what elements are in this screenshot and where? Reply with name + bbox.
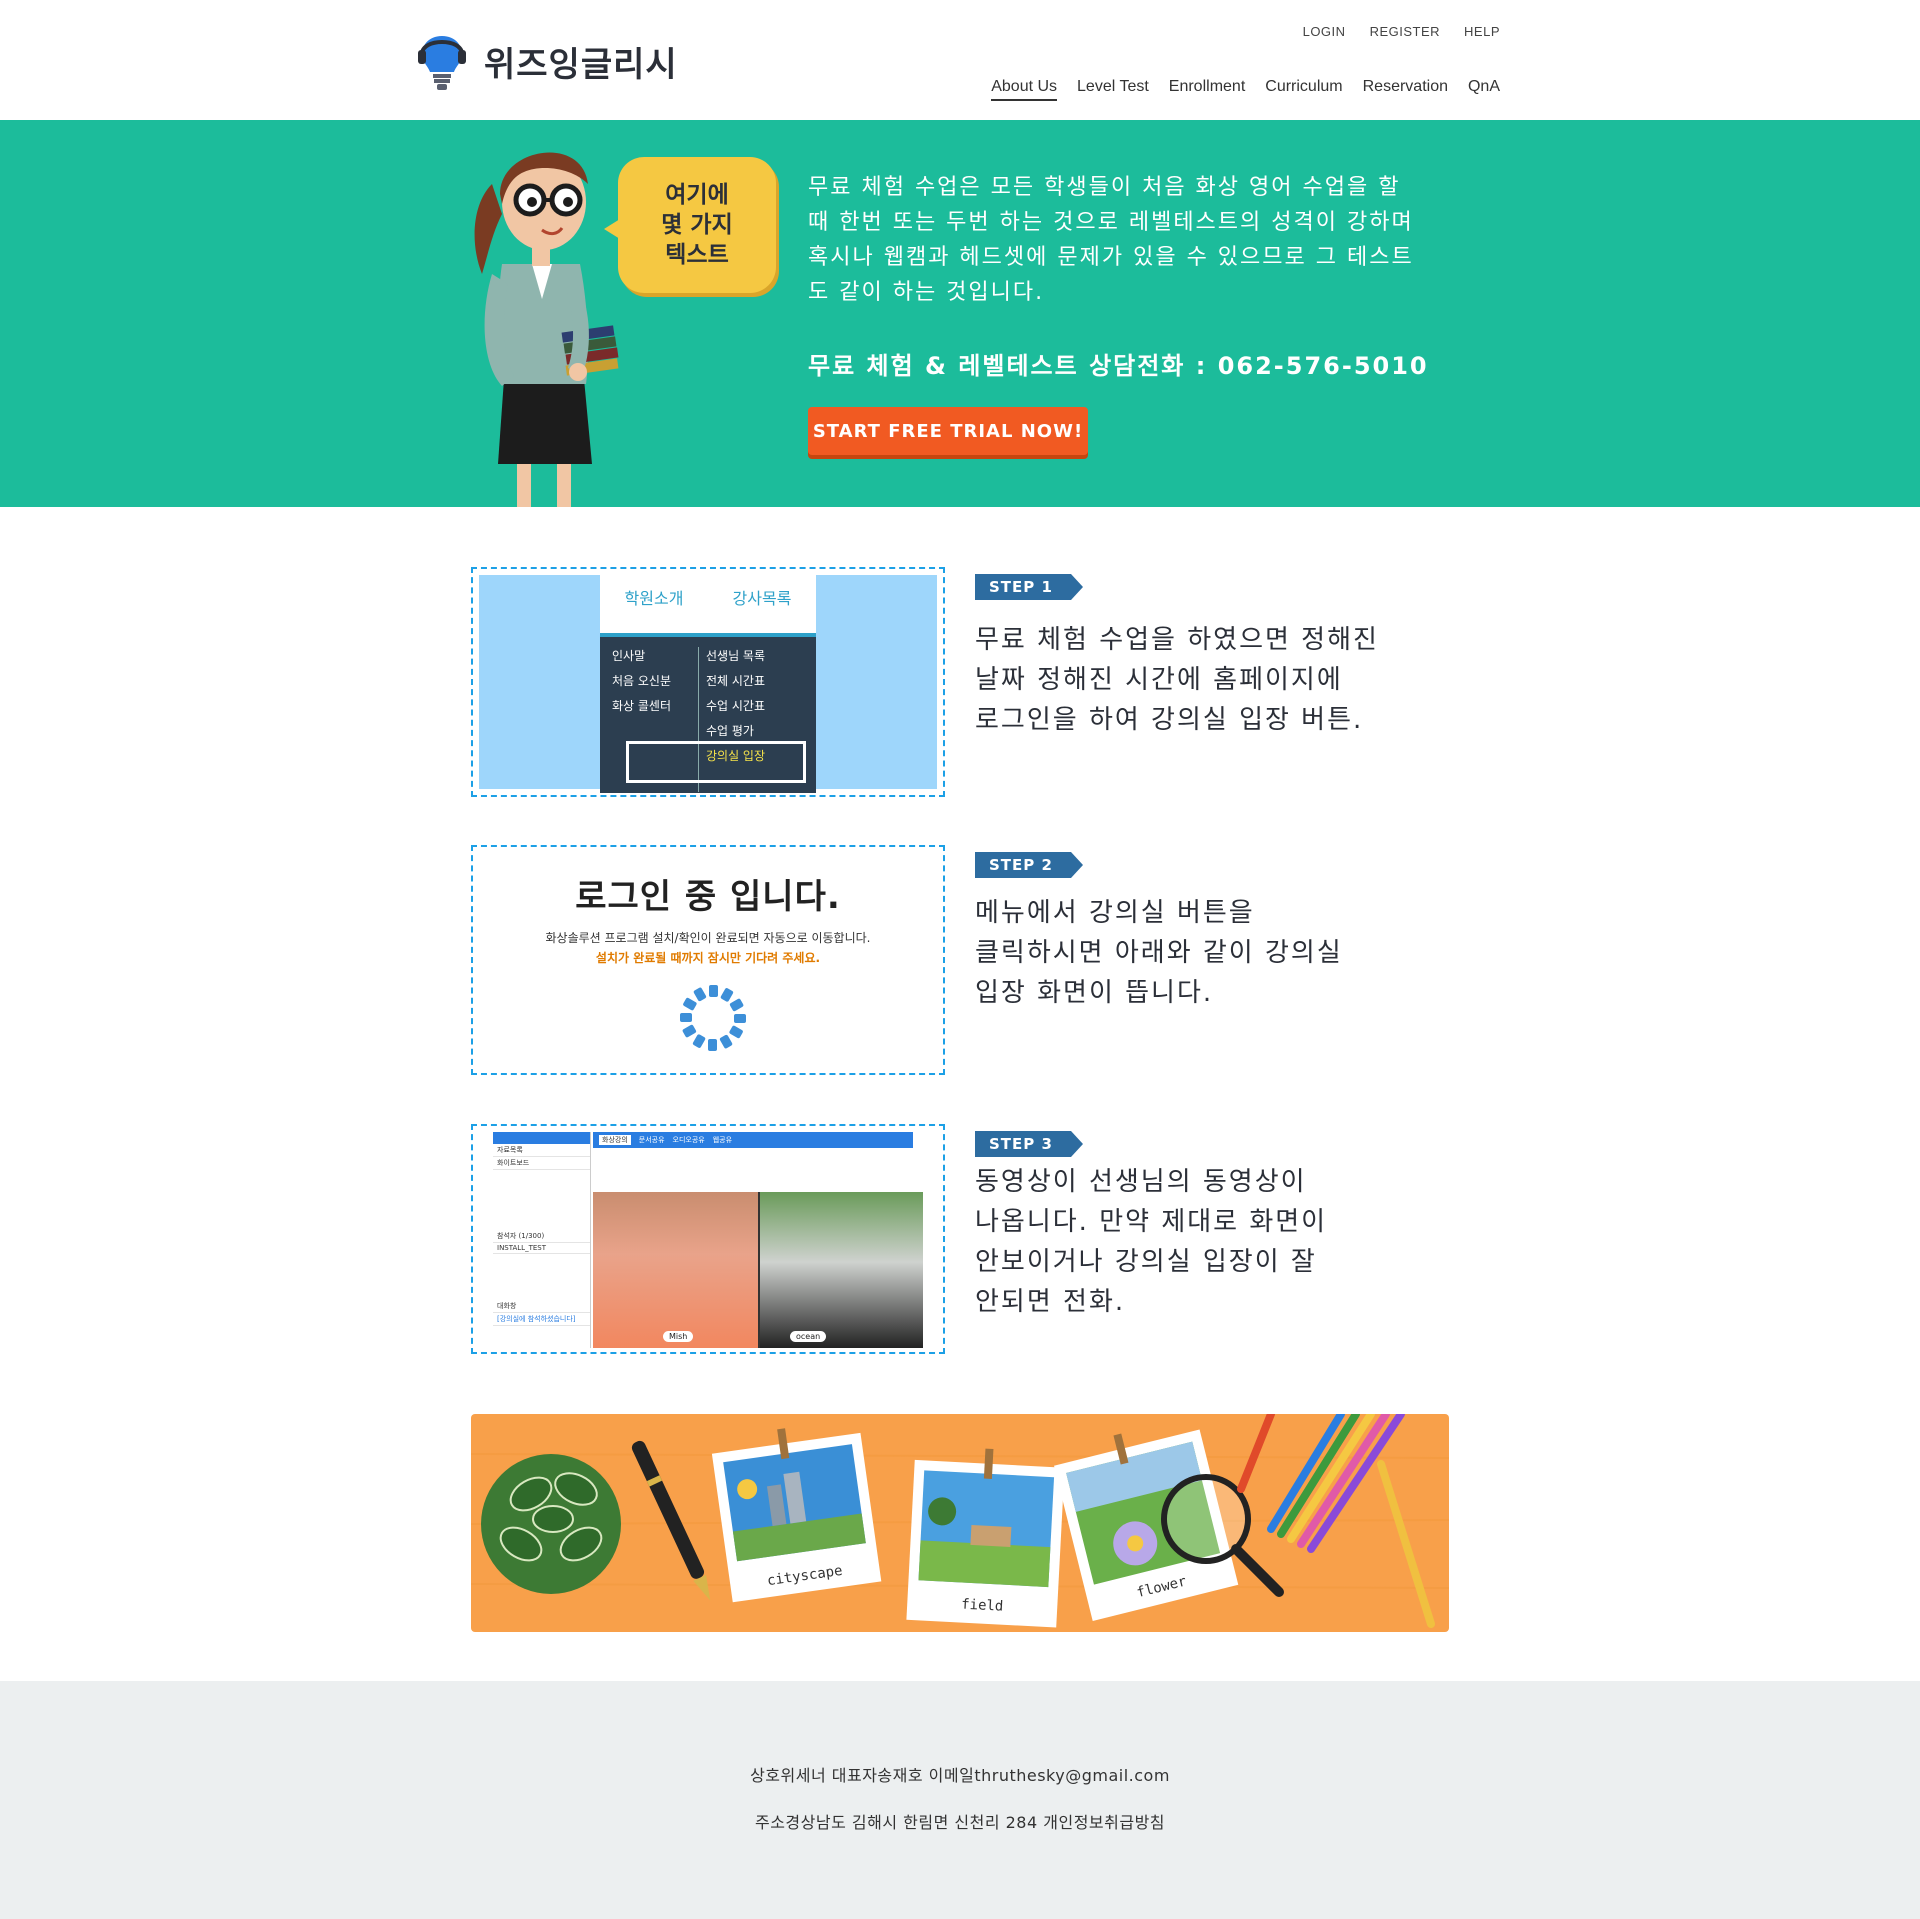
step3-screenshot: 자료목록 화이트보드 참석자 (1/300) INSTALL_TEST 대화창 … (471, 1124, 945, 1354)
login-loading-title: 로그인 중 입니다. (575, 877, 841, 917)
logo-text: 위즈잉글리시 (484, 44, 678, 85)
step3-tag: STEP 3 (975, 1131, 1083, 1157)
menu-item: 수업 평가 (706, 724, 754, 738)
main-nav: About Us Level Test Enrollment Curriculu… (991, 78, 1500, 101)
help-link[interactable]: HELP (1464, 24, 1500, 39)
speech-bubble-text: 여기에 몇 가지 텍스트 (661, 182, 733, 268)
step1-screenshot: 학원소개 강사목록 인사말 처음 오신분 화상 콜센터 선생님 목록 전체 시간… (471, 567, 945, 797)
menu-item: 수업 시간표 (706, 699, 766, 713)
utility-links: LOGIN REGISTER HELP (1303, 24, 1500, 39)
menu-academy-intro: 학원소개 (624, 589, 684, 608)
step3-text: 동영상이 선생님의 동영상이 나옵니다. 만약 제대로 화면이 안보이거나 강의… (975, 1167, 1328, 1317)
site-header: 위즈잉글리시 LOGIN REGISTER HELP About Us Leve… (0, 0, 1920, 120)
lightbulb-headset-icon (418, 36, 466, 90)
classroom-tab-bar-mock: 화상강의 문서공유 오디오공유 웹공유 (593, 1132, 913, 1148)
step2-text: 메뉴에서 강의실 버튼을 클릭하시면 아래와 같이 강의실 입장 화면이 뜹니다… (975, 898, 1343, 1008)
hero-section: 여기에 몇 가지 텍스트 무료 체험 수업은 모든 학생들이 처음 화상 영어 … (0, 120, 1920, 507)
menu-item: 선생님 목록 (706, 649, 766, 663)
video-name-label: ocean (790, 1331, 827, 1342)
site-logo[interactable]: 위즈잉글리시 (416, 28, 678, 94)
site-footer: 상호위세너 대표자송재호 이메일thruthesky@gmail.com 주소경… (0, 1681, 1920, 1919)
nav-enrollment[interactable]: Enrollment (1169, 78, 1245, 101)
nav-curriculum[interactable]: Curriculum (1265, 78, 1342, 101)
menu-item: 인사말 (612, 649, 646, 663)
menu-item: 전체 시간표 (706, 674, 766, 688)
loading-spinner-icon (680, 985, 746, 1051)
highlight-box (626, 741, 806, 783)
step2-tag: STEP 2 (975, 852, 1083, 878)
nav-qna[interactable]: QnA (1468, 78, 1500, 101)
video-feeds-mock: Mish ocean (593, 1192, 923, 1348)
login-loading-notice: 설치가 완료될 때까지 잠시만 기다려 주세요. (595, 951, 821, 965)
desk-banner-image: cityscape field flower (471, 1414, 1449, 1632)
login-loading-subtitle: 화상솔루션 프로그램 설치/확인이 완료되면 자동으로 이동합니다. (545, 931, 871, 945)
teacher-illustration (474, 152, 619, 507)
teacher-video: Mish (593, 1192, 758, 1348)
student-video: ocean (760, 1192, 923, 1348)
desk-illustration: cityscape field flower (471, 1414, 1449, 1628)
nav-reservation[interactable]: Reservation (1363, 78, 1448, 101)
hero-description: 무료 체험 수업은 모든 학생들이 처음 화상 영어 수업을 할 때 한번 또는… (808, 175, 1414, 305)
login-link[interactable]: LOGIN (1303, 24, 1346, 39)
site-menu-mock: 학원소개 강사목록 인사말 처음 오신분 화상 콜센터 선생님 목록 전체 시간… (600, 575, 816, 793)
footer-address-info: 주소경상남도 김해시 한림면 신천리 284 개인정보취급방침 (754, 1813, 1166, 1832)
register-link[interactable]: REGISTER (1370, 24, 1440, 39)
menu-item: 화상 콜센터 (612, 699, 672, 713)
step2-screenshot: 로그인 중 입니다. 화상솔루션 프로그램 설치/확인이 완료되면 자동으로 이… (471, 845, 945, 1075)
photo-label-field: field (961, 1597, 1004, 1615)
start-free-trial-button[interactable]: START FREE TRIAL NOW! (808, 407, 1088, 455)
step1-tag: STEP 1 (975, 574, 1083, 600)
nav-about-us[interactable]: About Us (991, 78, 1058, 101)
video-name-label: Mish (663, 1331, 694, 1342)
speech-bubble: 여기에 몇 가지 텍스트 (604, 157, 776, 293)
step1-text: 무료 체험 수업을 하였으면 정해진 날짜 정해진 시간에 홈페이지에 로그인을… (975, 625, 1379, 735)
footer-company-info: 상호위세너 대표자송재호 이메일thruthesky@gmail.com (750, 1766, 1170, 1785)
nav-level-test[interactable]: Level Test (1077, 78, 1149, 101)
menu-teacher-list: 강사목록 (732, 589, 792, 608)
classroom-sidebar-mock: 자료목록 화이트보드 참석자 (1/300) INSTALL_TEST 대화창 … (493, 1132, 591, 1348)
hero-phone-line: 무료 체험 & 레벨테스트 상담전화 : 062-576-5010 (808, 352, 1429, 380)
menu-item: 처음 오신분 (612, 674, 672, 688)
